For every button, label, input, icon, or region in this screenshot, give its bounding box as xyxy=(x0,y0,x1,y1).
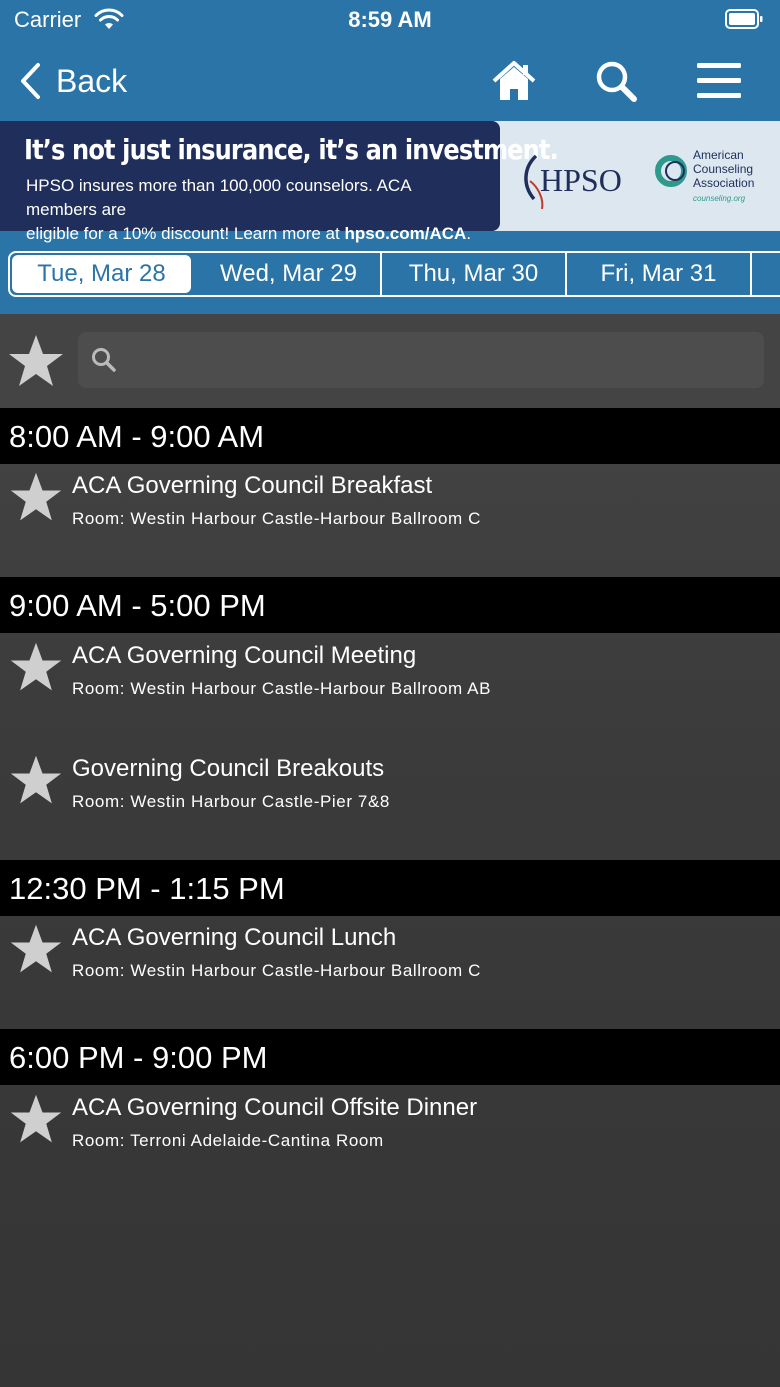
session-item[interactable]: ACA Governing Council Meeting Room: West… xyxy=(0,634,780,747)
ad-body-line2: eligible for a 10% discount! Learn more … xyxy=(26,224,345,243)
ad-banner[interactable]: It’s not just insurance, it’s an investm… xyxy=(0,121,780,243)
session-item[interactable]: ACA Governing Council Breakfast Room: We… xyxy=(0,464,780,577)
chevron-left-icon xyxy=(21,63,40,99)
time-slot-header: 12:30 PM - 1:15 PM xyxy=(0,860,780,916)
back-label: Back xyxy=(56,62,128,99)
day-tabs: Tue, Mar 28 Wed, Mar 29 Thu, Mar 30 Fri,… xyxy=(8,251,780,297)
session-item[interactable]: ACA Governing Council Lunch Room: Westin… xyxy=(0,916,780,1029)
hpso-text: HPSO xyxy=(540,162,622,198)
star-icon[interactable] xyxy=(8,470,64,526)
aca-line3: Association xyxy=(693,176,754,190)
status-time: 8:59 AM xyxy=(348,7,432,32)
tab-fri-mar-31[interactable]: Fri, Mar 31 xyxy=(567,253,752,295)
star-icon[interactable] xyxy=(8,640,64,696)
session-room: Room: Westin Harbour Castle-Harbour Ball… xyxy=(72,509,481,528)
aca-line2: Counseling xyxy=(693,162,753,176)
nav-bar: Back xyxy=(0,44,780,120)
ad-body-line1: HPSO insures more than 100,000 counselor… xyxy=(26,176,411,219)
filter-row xyxy=(0,314,780,408)
time-slot-header: 9:00 AM - 5:00 PM xyxy=(0,577,780,633)
session-room: Room: Terroni Adelaide-Cantina Room xyxy=(72,1131,384,1150)
search-input[interactable] xyxy=(78,332,764,388)
schedule-list: 8:00 AM - 9:00 AM ACA Governing Council … xyxy=(0,314,780,1387)
battery-icon xyxy=(725,9,763,29)
ad-body: HPSO insures more than 100,000 counselor… xyxy=(26,174,486,246)
star-icon[interactable] xyxy=(8,1092,64,1148)
search-icon[interactable] xyxy=(592,58,640,104)
session-item[interactable]: ACA Governing Council Offsite Dinner Roo… xyxy=(0,1086,780,1199)
aca-url: counseling.org xyxy=(693,194,746,203)
tab-thu-mar-30[interactable]: Thu, Mar 30 xyxy=(382,253,567,295)
tab-tue-mar-28[interactable]: Tue, Mar 28 xyxy=(12,255,191,293)
ad-body-suffix: . xyxy=(466,224,472,243)
session-title: ACA Governing Council Meeting xyxy=(72,642,417,669)
time-slot-header: 6:00 PM - 9:00 PM xyxy=(0,1029,780,1085)
search-field-icon xyxy=(92,348,116,372)
status-bar: Carrier 8:59 AM xyxy=(0,0,780,40)
session-title: ACA Governing Council Breakfast xyxy=(72,472,433,499)
star-icon[interactable] xyxy=(8,753,64,809)
ad-link[interactable]: hpso.com/ACA xyxy=(344,224,466,243)
hpso-logo: HPSO xyxy=(524,154,622,210)
session-room: Room: Westin Harbour Castle-Harbour Ball… xyxy=(72,679,492,698)
home-icon[interactable] xyxy=(490,58,538,104)
star-icon[interactable] xyxy=(8,922,64,978)
session-title: ACA Governing Council Lunch xyxy=(72,924,397,951)
menu-icon[interactable] xyxy=(695,58,743,104)
aca-line1: American xyxy=(693,148,744,162)
time-slot-header: 8:00 AM - 9:00 AM xyxy=(0,408,780,464)
aca-logo: American Counseling Association counseli… xyxy=(655,148,754,203)
session-item[interactable]: Governing Council Breakouts Room: Westin… xyxy=(0,747,780,860)
app-header: Carrier 8:59 AM Back It’s not just insur… xyxy=(0,0,780,314)
back-button[interactable]: Back xyxy=(18,58,127,104)
tab-wed-mar-29[interactable]: Wed, Mar 29 xyxy=(197,253,382,295)
session-room: Room: Westin Harbour Castle-Harbour Ball… xyxy=(72,961,481,980)
ad-text-panel: It’s not just insurance, it’s an investm… xyxy=(0,121,559,243)
ad-headline: It’s not just insurance, it’s an investm… xyxy=(24,133,559,166)
session-room: Room: Westin Harbour Castle-Pier 7&8 xyxy=(72,792,390,811)
favorites-filter-star-icon[interactable] xyxy=(6,332,66,392)
session-title: ACA Governing Council Offsite Dinner xyxy=(72,1094,478,1121)
session-title: Governing Council Breakouts xyxy=(72,755,385,782)
